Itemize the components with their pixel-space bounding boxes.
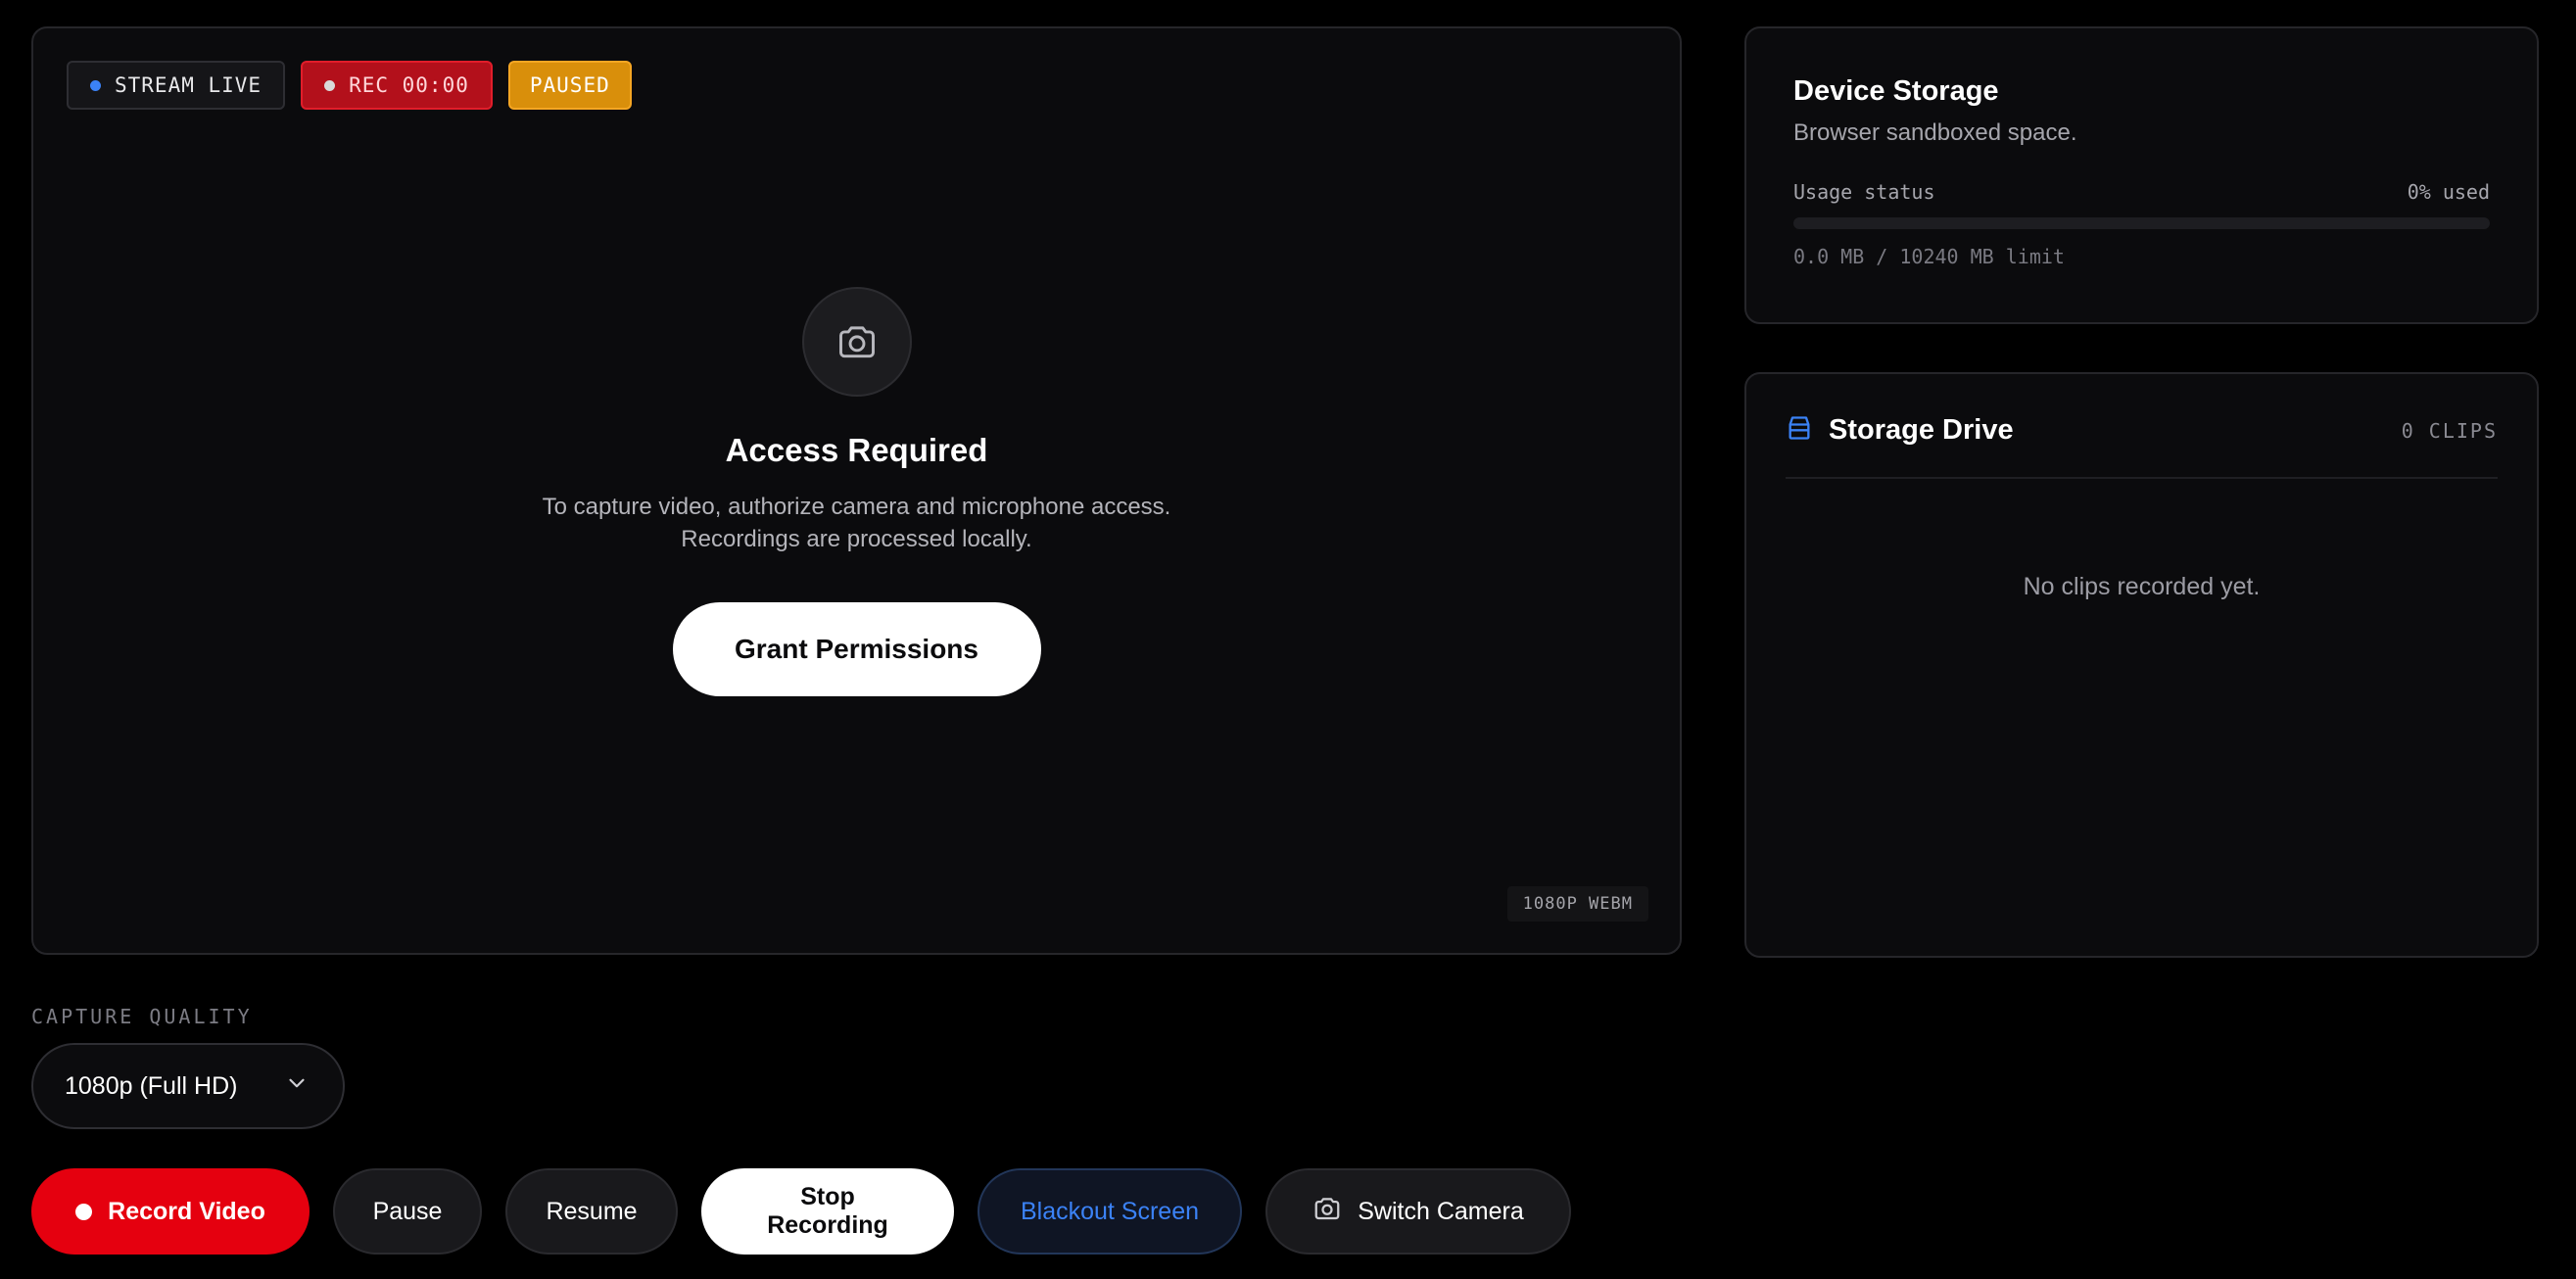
status-badges: STREAM LIVE REC 00:00 PAUSED bbox=[67, 61, 632, 110]
permission-empty-state: Access Required To capture video, author… bbox=[33, 287, 1680, 696]
recording-controls: Record Video Pause Resume Stop Recording… bbox=[31, 1168, 1571, 1255]
access-required-title: Access Required bbox=[725, 432, 988, 468]
switch-camera-label: Switch Camera bbox=[1358, 1197, 1524, 1225]
grant-permissions-button[interactable]: Grant Permissions bbox=[672, 602, 1041, 696]
capture-quality-select[interactable]: 1080p (Full HD) bbox=[31, 1043, 345, 1129]
stream-live-badge: STREAM LIVE bbox=[67, 61, 286, 110]
stop-recording-button[interactable]: Stop Recording bbox=[701, 1168, 954, 1255]
device-storage-card: Device Storage Browser sandboxed space. … bbox=[1744, 26, 2539, 324]
format-tag: 1080P WEBM bbox=[1506, 886, 1648, 922]
access-required-description: To capture video, authorize camera and m… bbox=[485, 491, 1229, 555]
usage-percent-label: 0% used bbox=[2407, 180, 2490, 204]
recording-timer-label: REC 00:00 bbox=[349, 73, 469, 97]
live-dot-icon bbox=[90, 79, 101, 91]
blackout-screen-button[interactable]: Blackout Screen bbox=[978, 1168, 1242, 1255]
device-storage-subtitle: Browser sandboxed space. bbox=[1793, 119, 2077, 146]
usage-row: Usage status 0% used bbox=[1793, 180, 2490, 204]
capture-quality-value: 1080p (Full HD) bbox=[65, 1071, 238, 1100]
usage-progress-bar bbox=[1793, 217, 2490, 229]
record-video-label: Record Video bbox=[108, 1197, 265, 1225]
clip-count-label: 0 CLIPS bbox=[2401, 418, 2498, 443]
camera-icon bbox=[1312, 1194, 1342, 1230]
camera-icon bbox=[801, 287, 912, 397]
storage-drive-icon bbox=[1786, 414, 1813, 447]
camera-preview-panel: STREAM LIVE REC 00:00 PAUSED Access Requ… bbox=[31, 26, 1682, 955]
storage-drive-title: Storage Drive bbox=[1829, 414, 2014, 446]
device-storage-title: Device Storage bbox=[1793, 75, 1999, 107]
usage-status-label: Usage status bbox=[1793, 180, 1935, 204]
resume-button[interactable]: Resume bbox=[505, 1168, 678, 1255]
record-dot-icon bbox=[75, 1203, 93, 1220]
switch-camera-button[interactable]: Switch Camera bbox=[1265, 1168, 1571, 1255]
description-line-1: To capture video, authorize camera and m… bbox=[542, 494, 1171, 520]
record-video-button[interactable]: Record Video bbox=[31, 1168, 310, 1255]
storage-drive-card: Storage Drive 0 CLIPS No clips recorded … bbox=[1744, 372, 2539, 958]
rec-dot-icon bbox=[324, 79, 336, 91]
paused-label: PAUSED bbox=[529, 73, 610, 97]
storage-drive-header: Storage Drive 0 CLIPS bbox=[1786, 374, 2498, 479]
description-line-2: Recordings are processed locally. bbox=[681, 526, 1032, 552]
no-clips-message: No clips recorded yet. bbox=[2023, 573, 2261, 600]
chevron-down-icon bbox=[284, 1070, 310, 1103]
recording-timer-badge: REC 00:00 bbox=[301, 61, 493, 110]
pause-button[interactable]: Pause bbox=[333, 1168, 482, 1255]
usage-limit-label: 0.0 MB / 10240 MB limit bbox=[1793, 245, 2065, 268]
paused-badge: PAUSED bbox=[507, 61, 632, 110]
capture-quality-label: CAPTURE QUALITY bbox=[31, 1005, 253, 1028]
stream-live-label: STREAM LIVE bbox=[115, 73, 262, 97]
